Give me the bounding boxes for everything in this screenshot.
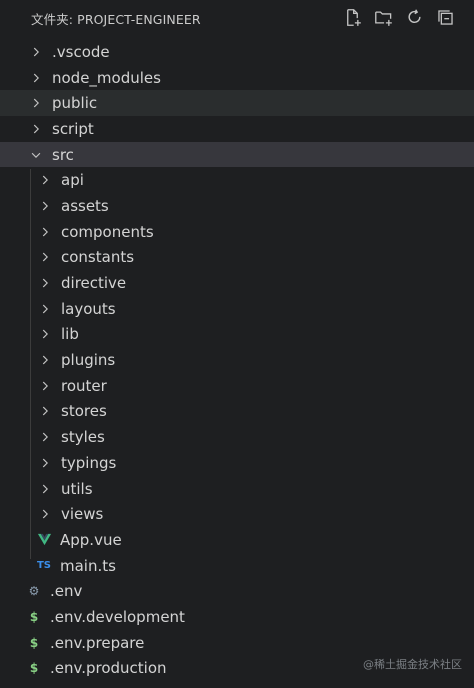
tree-item-label: constants [61, 248, 135, 267]
file-item[interactable]: TS main.ts [0, 553, 474, 579]
folder-item[interactable]: components [0, 219, 474, 245]
tree-item-label: .env.production [50, 659, 167, 678]
folder-item[interactable]: constants [0, 245, 474, 271]
tree-item-label: router [61, 376, 107, 395]
tree-item-label: .env.prepare [50, 633, 145, 652]
tree-item-label: App.vue [60, 530, 122, 549]
chevron-right-icon[interactable] [37, 172, 53, 188]
tree-item-label: directive [61, 274, 127, 293]
chevron-down-icon[interactable] [28, 147, 44, 163]
chevron-right-icon[interactable] [37, 249, 53, 265]
file-item[interactable]: App.vue [0, 527, 474, 553]
refresh-icon[interactable] [404, 7, 425, 28]
file-tree: .vscode node_modulespublic script src api ass… [0, 39, 474, 681]
vue-icon [36, 532, 52, 548]
chevron-right-icon[interactable] [28, 44, 44, 60]
tree-item-label: styles [61, 428, 105, 447]
tree-item-label: node_modules [52, 68, 161, 87]
folder-item[interactable]: node_modules [0, 65, 474, 91]
chevron-right-icon[interactable] [28, 121, 44, 137]
chevron-right-icon[interactable] [37, 378, 53, 394]
folder-item[interactable]: directive [0, 270, 474, 296]
chevron-right-icon[interactable] [28, 95, 44, 111]
folder-item[interactable]: stores [0, 399, 474, 425]
folder-item[interactable]: public [0, 90, 474, 117]
new-folder-icon[interactable] [373, 7, 394, 28]
tree-item-label: .env.development [50, 607, 185, 626]
chevron-right-icon[interactable] [37, 224, 53, 240]
folder-item[interactable]: router [0, 373, 474, 399]
folder-item[interactable]: assets [0, 193, 474, 219]
folder-item[interactable]: plugins [0, 347, 474, 373]
chevron-right-icon[interactable] [37, 481, 53, 497]
chevron-right-icon[interactable] [37, 326, 53, 342]
folder-item[interactable]: .vscode [0, 39, 474, 65]
explorer-header: 文件夹: PROJECT-ENGINEER [0, 0, 474, 36]
tree-item-label: layouts [61, 299, 116, 318]
new-file-icon[interactable] [342, 7, 363, 28]
watermark: @稀土掘金技术社区 [363, 658, 462, 671]
tree-item-label: .vscode [52, 42, 110, 61]
chevron-right-icon[interactable] [28, 70, 44, 86]
folder-item[interactable]: script [0, 116, 474, 142]
collapse-all-icon[interactable] [435, 7, 456, 28]
chevron-right-icon[interactable] [37, 429, 53, 445]
chevron-right-icon[interactable] [37, 301, 53, 317]
folder-item[interactable]: lib [0, 322, 474, 348]
chevron-right-icon[interactable] [37, 403, 53, 419]
folder-item[interactable]: layouts [0, 296, 474, 322]
dollar-icon: $ [29, 635, 39, 650]
tree-item-label: api [61, 171, 84, 190]
dollar-icon: $ [29, 609, 39, 624]
tree-item-label: .env [50, 582, 83, 601]
folder-item[interactable]: src [0, 141, 474, 168]
indent-guide [30, 169, 31, 559]
tree-item-label: src [52, 145, 74, 164]
file-item[interactable]: $ .env.prepare [0, 630, 474, 656]
tree-item-label: script [52, 119, 94, 138]
file-item[interactable]: ⚙ .env [0, 578, 474, 604]
folder-item[interactable]: styles [0, 424, 474, 450]
tree-item-label: typings [61, 453, 117, 472]
tree-item-label: views [61, 505, 104, 524]
chevron-right-icon[interactable] [37, 352, 53, 368]
chevron-right-icon[interactable] [37, 275, 53, 291]
tree-item-label: stores [61, 402, 107, 421]
folder-item[interactable]: utils [0, 476, 474, 502]
tree-item-label: assets [61, 196, 109, 215]
tree-item-label: plugins [61, 351, 116, 370]
tree-item-label: lib [61, 325, 79, 344]
tree-item-label: utils [61, 479, 93, 498]
explorer-actions [342, 7, 456, 28]
tree-item-label: main.ts [60, 556, 116, 575]
chevron-right-icon[interactable] [37, 506, 53, 522]
dollar-icon: $ [29, 661, 39, 676]
explorer-title: 文件夹: PROJECT-ENGINEER [31, 11, 201, 27]
gear-icon: ⚙ [28, 584, 40, 599]
chevron-right-icon[interactable] [37, 198, 53, 214]
typescript-icon: TS [36, 560, 52, 572]
folder-item[interactable]: api [0, 167, 474, 193]
tree-item-label: public [52, 94, 98, 113]
tree-item-label: components [61, 222, 154, 241]
file-item[interactable]: $ .env.development [0, 604, 474, 630]
chevron-right-icon[interactable] [37, 455, 53, 471]
folder-item[interactable]: views [0, 501, 474, 527]
folder-item[interactable]: typings [0, 450, 474, 476]
